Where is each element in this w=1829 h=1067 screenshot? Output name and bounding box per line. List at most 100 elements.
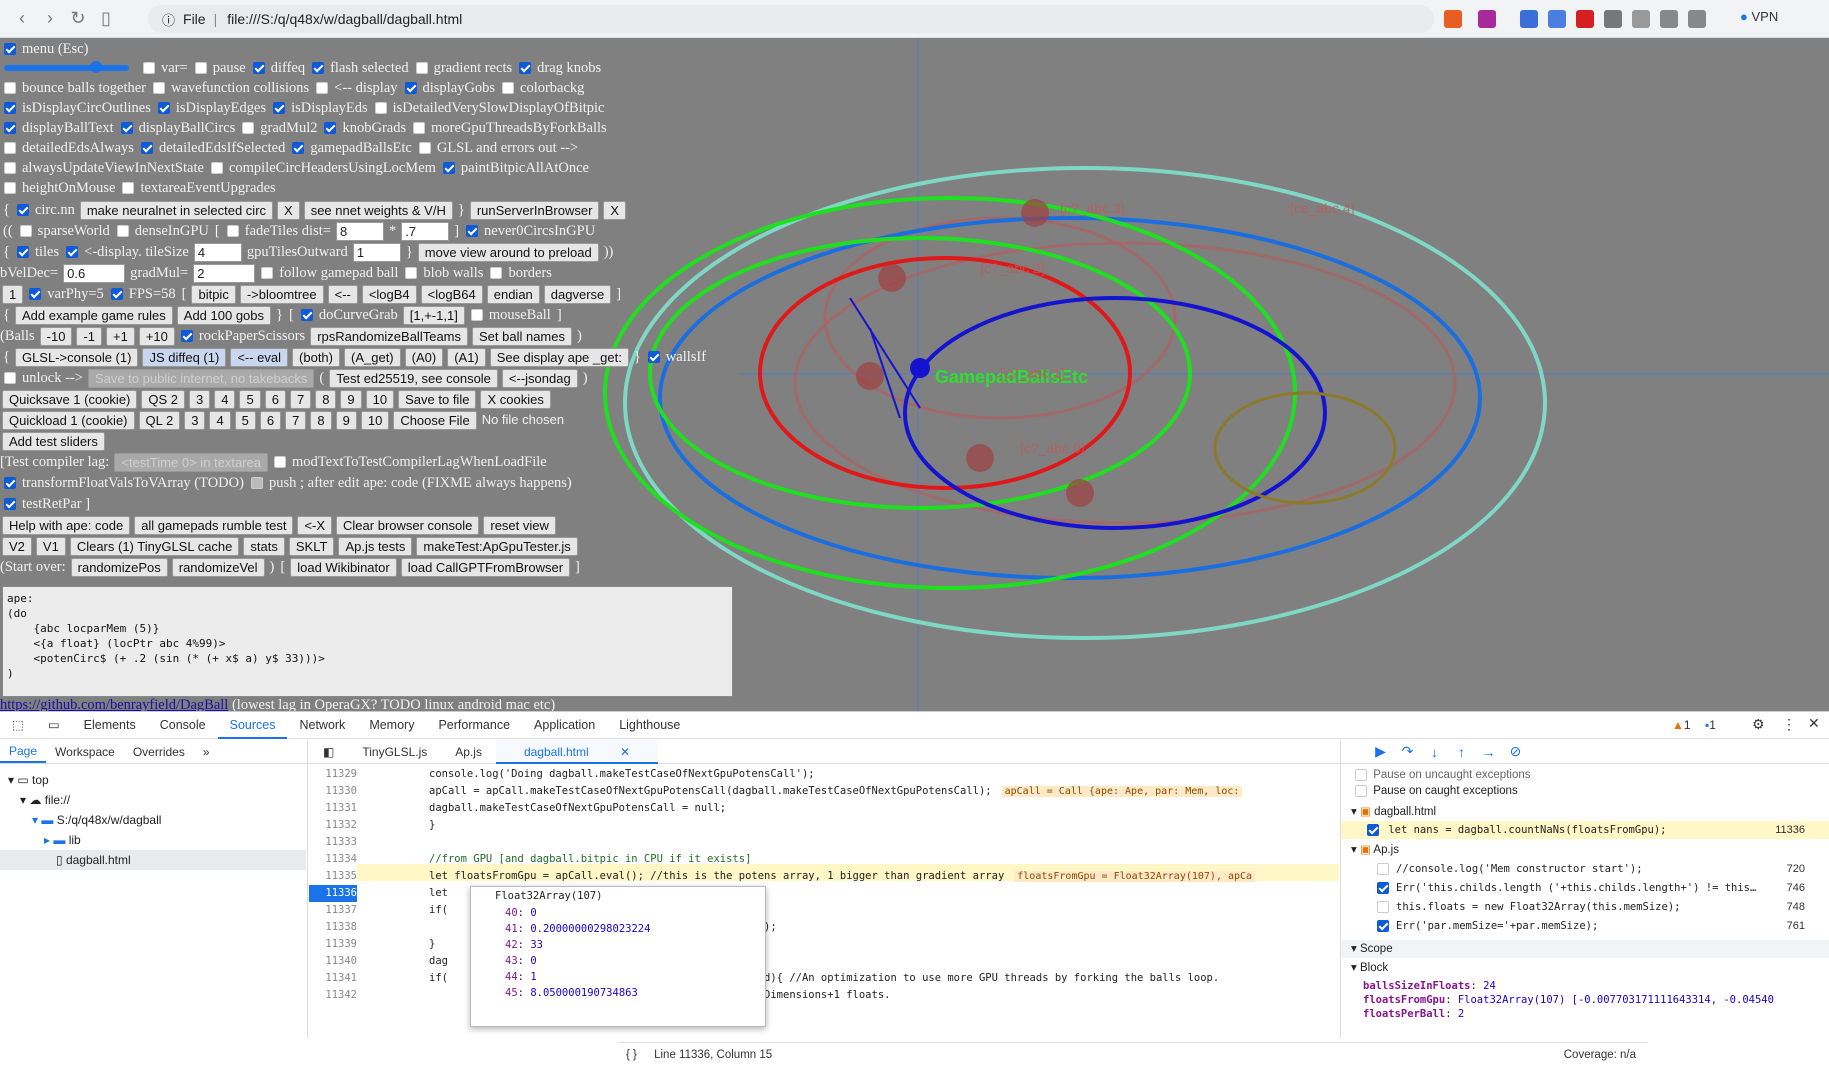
more-options-icon[interactable]: ⋮ xyxy=(1782,716,1796,733)
qs-8-button[interactable]: 8 xyxy=(315,389,337,409)
more-tabs-icon[interactable]: » xyxy=(194,745,219,759)
tab-lighthouse[interactable]: Lighthouse xyxy=(607,712,692,739)
gpu-tiles-input[interactable]: 1 xyxy=(352,242,401,262)
nav-tab-overrides[interactable]: Overrides xyxy=(124,745,194,759)
flash-selected-checkbox[interactable] xyxy=(312,62,325,74)
translate-icon[interactable] xyxy=(1548,10,1566,28)
pause-caught-checkbox[interactable] xyxy=(1355,784,1367,797)
sklt-button[interactable]: SKLT xyxy=(288,536,335,556)
compile-circ-checkbox[interactable] xyxy=(210,162,223,174)
endian-button[interactable]: endian xyxy=(486,284,540,304)
popover-row[interactable]: 44: 1 xyxy=(471,969,765,985)
music-icon[interactable] xyxy=(1632,10,1650,28)
borders-checkbox[interactable] xyxy=(490,267,503,279)
balls-plus1-button[interactable]: +1 xyxy=(106,326,135,346)
clear-cache-button[interactable]: Clears (1) TinyGLSL cache xyxy=(69,536,240,556)
height-on-mouse-checkbox[interactable] xyxy=(4,182,16,194)
code-line[interactable]: let xyxy=(429,885,448,902)
close-server-button[interactable]: X xyxy=(603,200,627,220)
tree-file-origin[interactable]: ▾ ☁ file:// xyxy=(20,790,70,810)
sidebar-icon[interactable] xyxy=(1660,10,1678,28)
scope-header[interactable]: ▾ Scope xyxy=(1341,940,1829,958)
always-update-checkbox[interactable] xyxy=(4,162,16,174)
info-badge[interactable]: ▪1 xyxy=(1705,718,1716,732)
bounce-balls-checkbox[interactable] xyxy=(4,82,16,94)
line-number[interactable]: 11334 xyxy=(309,851,357,868)
add-gobs-button[interactable]: Add 100 gobs xyxy=(176,305,272,325)
qs-2-button[interactable]: QS 2 xyxy=(141,389,186,409)
tab-console[interactable]: Console xyxy=(148,712,218,739)
display-edges-checkbox[interactable] xyxy=(157,102,170,114)
fade-dist-input[interactable]: 8 xyxy=(335,221,384,241)
bveldec-input[interactable]: 0.6 xyxy=(63,263,126,283)
reset-view-button[interactable]: reset view xyxy=(483,515,556,535)
randomize-pos-button[interactable]: randomizePos xyxy=(70,557,168,577)
ap-tests-button[interactable]: Ap.js tests xyxy=(338,536,413,556)
v1-button[interactable]: V1 xyxy=(35,536,66,556)
qs-5-button[interactable]: 5 xyxy=(239,389,261,409)
qs-6-button[interactable]: 6 xyxy=(264,389,286,409)
a-get-button[interactable]: (A_get) xyxy=(344,347,401,367)
balls-minus10-button[interactable]: -10 xyxy=(39,326,73,346)
code-line[interactable]: let floatsFromGpu = apCall.eval(); //thi… xyxy=(429,868,1256,885)
breakpoint-row[interactable]: Err('this.childs.length ('+this.childs.l… xyxy=(1373,879,1756,897)
close-neuralnet-button[interactable]: X xyxy=(277,200,300,220)
fade-tiles-checkbox[interactable] xyxy=(226,225,239,237)
see-display-ape-button[interactable]: See display ape _get: xyxy=(489,347,629,367)
sparse-world-checkbox[interactable] xyxy=(19,225,32,237)
tree-dagball-html[interactable]: ▯ dagball.html xyxy=(0,850,306,870)
menu-checkbox[interactable] xyxy=(4,43,16,55)
set-ball-names-button[interactable]: Set ball names xyxy=(472,326,572,346)
qs-9-button[interactable]: 9 xyxy=(340,389,362,409)
transform-float-checkbox[interactable] xyxy=(4,477,16,489)
more-gpu-threads-checkbox[interactable] xyxy=(413,122,426,134)
logb4-button[interactable]: <logB4 xyxy=(361,284,417,304)
popover-row[interactable]: 40: 0 xyxy=(471,905,765,921)
ball-circs-checkbox[interactable] xyxy=(120,122,133,134)
save-public-button[interactable]: Save to public internet, no takebacks xyxy=(87,368,315,388)
github-link[interactable]: https://github.com/benrayfield/DagBall xyxy=(0,697,228,711)
back-icon[interactable]: ‹ xyxy=(8,8,36,29)
add-game-rules-button[interactable]: Add example game rules xyxy=(14,305,173,325)
mouse-ball-checkbox[interactable] xyxy=(470,309,483,321)
choose-file-button[interactable]: Choose File xyxy=(393,410,477,430)
toggle-navigator-icon[interactable]: ◧ xyxy=(309,740,348,764)
code-line[interactable]: dagball.makeTestCaseOfNextGpuPotensCall … xyxy=(429,800,726,817)
see-nnet-weights-button[interactable]: see nnet weights & V/H xyxy=(303,200,453,220)
diffeq-checkbox[interactable] xyxy=(252,62,265,74)
glsl-console-button[interactable]: GLSL->console (1) xyxy=(14,347,139,367)
qs-7-button[interactable]: 7 xyxy=(289,389,312,409)
bloomtree-button[interactable]: ->bloomtree xyxy=(239,284,324,304)
ql-4-button[interactable]: 4 xyxy=(209,410,231,430)
help-ape-button[interactable]: Help with ape: code xyxy=(2,515,131,535)
resume-icon[interactable]: ▶ xyxy=(1367,743,1394,760)
save-to-file-button[interactable]: Save to file xyxy=(398,389,477,409)
breakpoint-active[interactable]: let nans = dagball.countNaNs(floatsFromG… xyxy=(1341,821,1829,839)
vpn-button[interactable]: ● VPN xyxy=(1740,9,1778,24)
ql-2-button[interactable]: QL 2 xyxy=(138,410,181,430)
a1-button[interactable]: (A1) xyxy=(447,347,486,367)
breakpoint-row[interactable]: this.floats = new Float32Array(this.memS… xyxy=(1373,898,1680,916)
tab-application[interactable]: Application xyxy=(522,712,607,739)
detailed-bitpic-checkbox[interactable] xyxy=(374,102,387,114)
qs-10-button[interactable]: 10 xyxy=(365,389,395,409)
ball-text-checkbox[interactable] xyxy=(4,122,16,134)
ql-10-button[interactable]: 10 xyxy=(360,410,390,430)
step-into-icon[interactable]: ↓ xyxy=(1421,744,1448,760)
tab-elements[interactable]: Elements xyxy=(72,712,148,739)
tile-size-input[interactable]: 4 xyxy=(193,242,242,262)
editor-tab-ap[interactable]: Ap.js xyxy=(441,740,496,764)
test-time-input[interactable]: <testTime 0> in textarea xyxy=(114,452,269,472)
pause-caught-row[interactable]: Pause on caught exceptions xyxy=(1351,782,1518,800)
balls-plus10-button[interactable]: +10 xyxy=(138,326,175,346)
mod-text-checkbox[interactable] xyxy=(274,456,287,468)
run-server-button[interactable]: runServerInBrowser xyxy=(469,200,600,220)
js-diffeq-button[interactable]: JS diffeq (1) xyxy=(142,347,227,367)
code-line[interactable]: dag xyxy=(429,953,448,970)
extension-icon[interactable] xyxy=(1520,10,1538,28)
wallet-icon[interactable] xyxy=(1688,10,1706,28)
code-line[interactable]: apCall = apCall.makeTestCaseOfNextGpuPot… xyxy=(429,783,1243,800)
line-number[interactable]: 11329 xyxy=(309,766,357,783)
warning-badge[interactable]: ▲1 xyxy=(1672,718,1691,732)
curve-grab-checkbox[interactable] xyxy=(300,309,313,321)
